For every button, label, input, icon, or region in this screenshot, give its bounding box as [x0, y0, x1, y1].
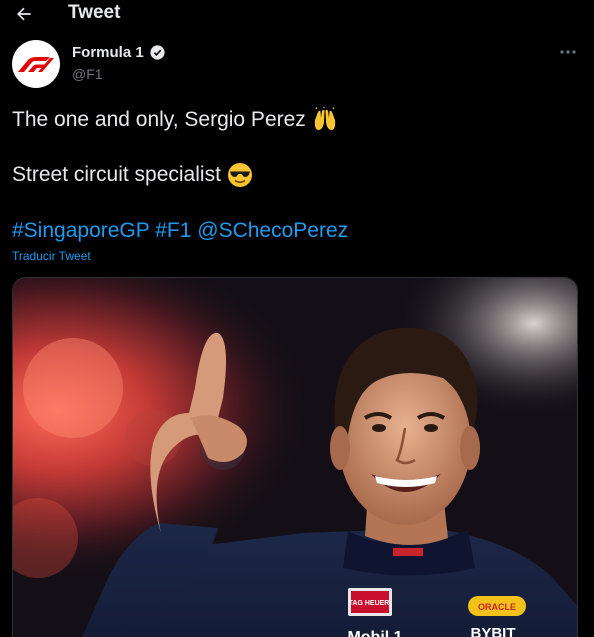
f1-logo-icon	[18, 57, 54, 72]
suit-patch-text: TAG HEUER	[349, 600, 390, 607]
tweet-header: Formula 1 @F1	[12, 40, 582, 88]
tweet-text-line-2: Street circuit specialist	[12, 162, 253, 188]
photo-sergio-perez: ORACLE TAG HEUER Mobil 1 BYBIT	[13, 278, 577, 637]
avatar[interactable]	[12, 40, 60, 88]
author-name[interactable]: Formula 1	[72, 44, 144, 61]
suit-badge: ORACLE	[478, 602, 516, 612]
author-handle[interactable]: @F1	[72, 66, 103, 82]
translate-tweet-link[interactable]: Traducir Tweet	[12, 249, 91, 263]
verified-badge-icon	[150, 45, 165, 60]
hashtag-link[interactable]: #F1	[155, 219, 191, 242]
mention-link[interactable]: @SChecoPerez	[197, 219, 348, 242]
hashtag-link[interactable]: #SingaporeGP	[12, 219, 149, 242]
tweet-hashtags: #SingaporeGP #F1 @SChecoPerez	[12, 218, 348, 244]
tweet-text: The one and only, Sergio Perez	[12, 108, 306, 131]
tweet-text: Street circuit specialist	[12, 163, 221, 186]
raising-hands-emoji-icon	[314, 107, 335, 130]
page-title: Tweet	[68, 2, 121, 23]
ellipsis-icon	[560, 50, 576, 54]
top-bar: Tweet	[0, 0, 594, 28]
tweet-media-photo[interactable]: ORACLE TAG HEUER Mobil 1 BYBIT	[12, 277, 578, 637]
sponsor-1: Mobil 1	[347, 629, 402, 637]
arrow-left-icon	[17, 7, 31, 21]
tweet-text-line-1: The one and only, Sergio Perez	[12, 107, 338, 133]
back-button[interactable]	[12, 2, 36, 26]
sponsor-2: BYBIT	[471, 625, 516, 637]
more-button[interactable]	[558, 42, 578, 62]
sunglasses-face-emoji-icon	[227, 163, 252, 187]
